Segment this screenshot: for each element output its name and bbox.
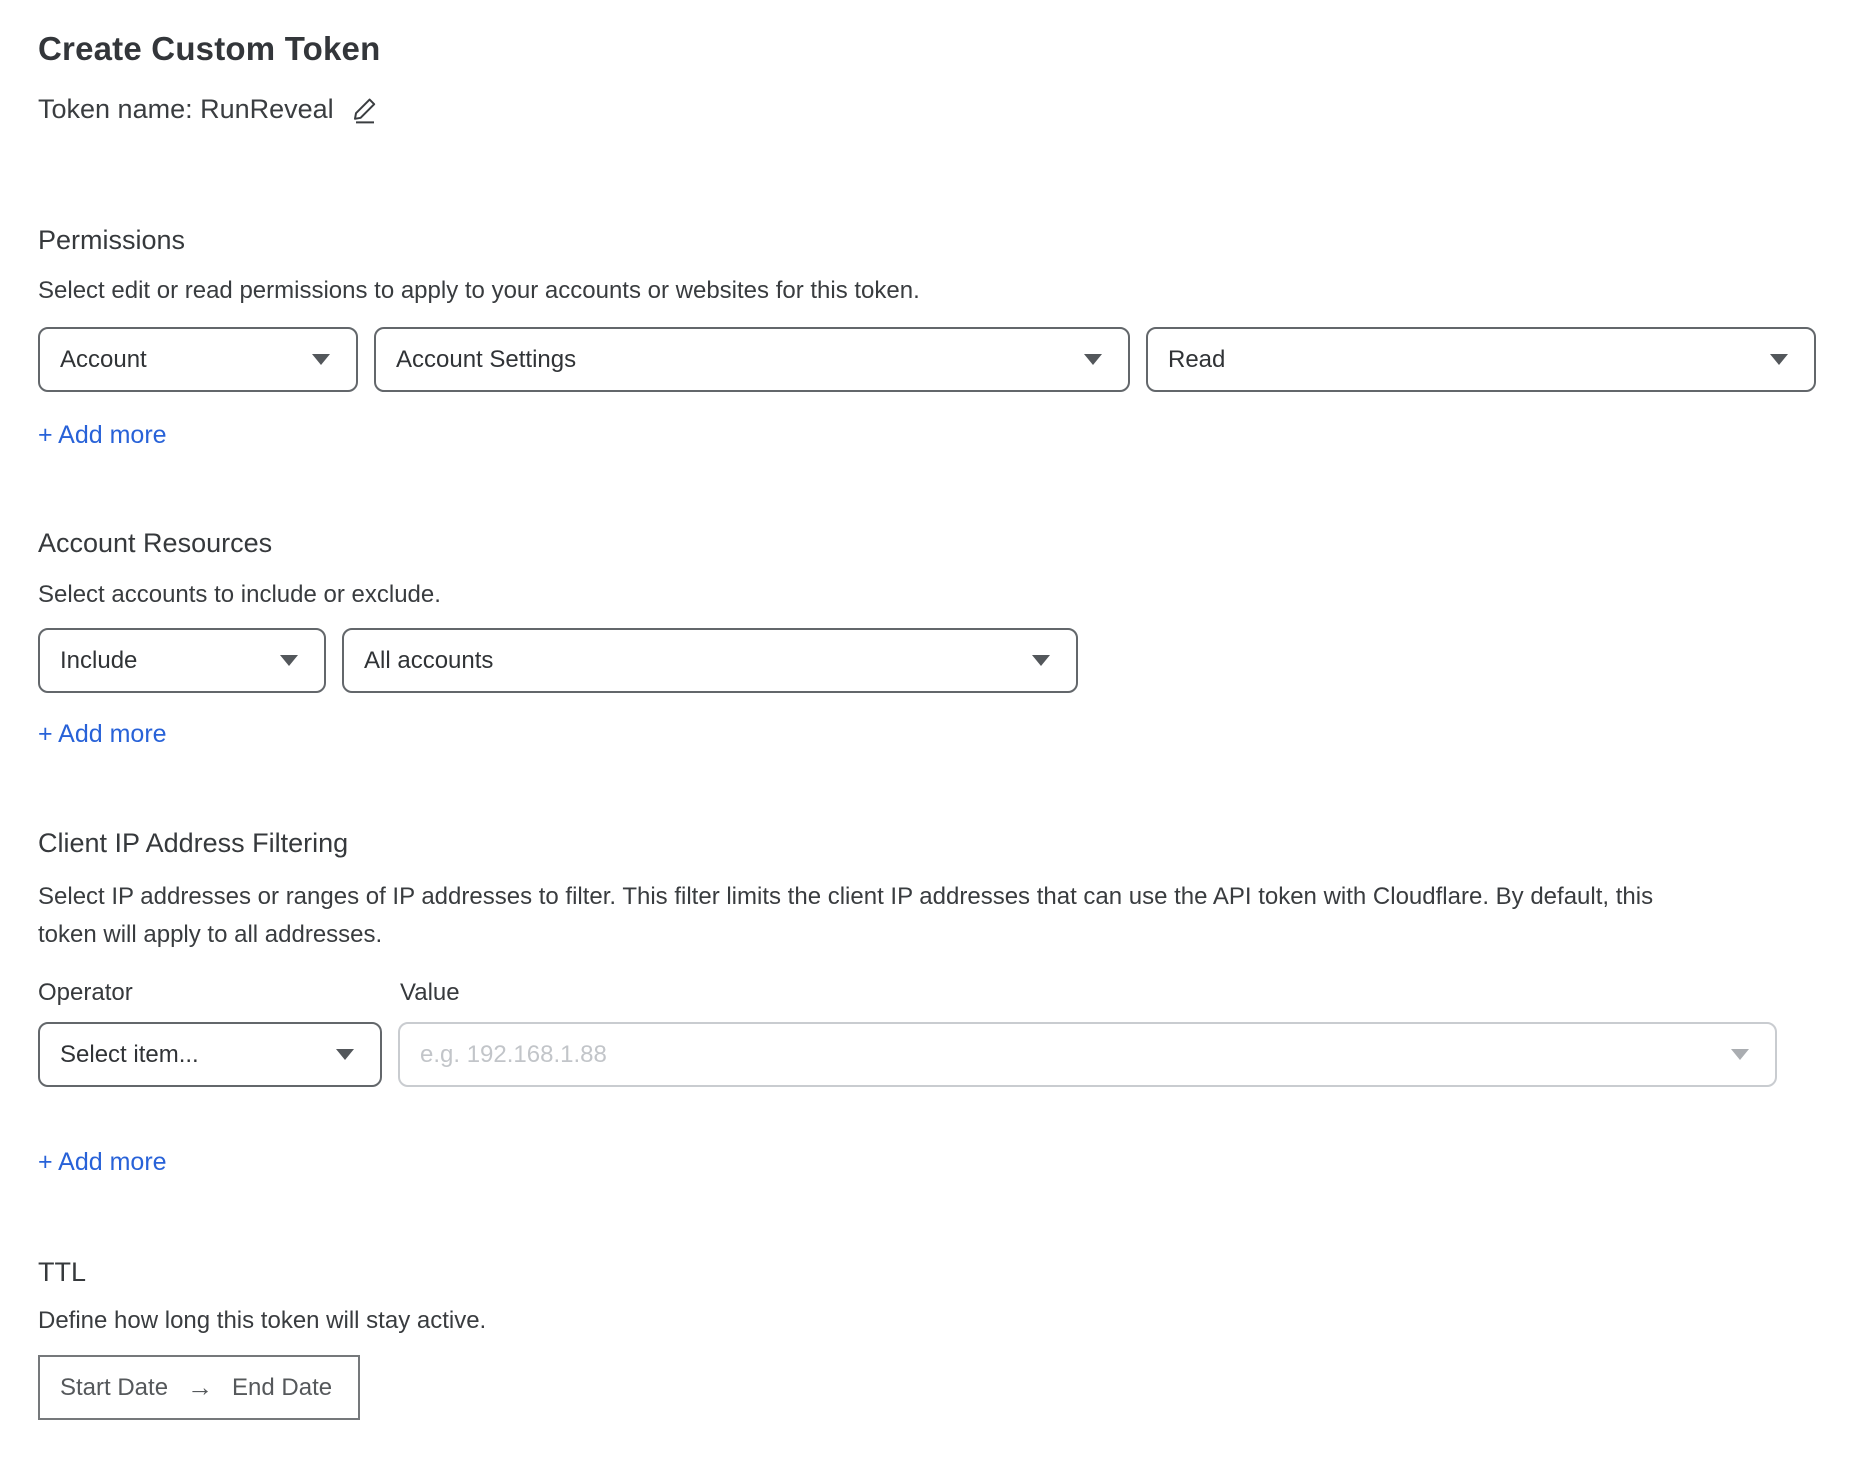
ip-filtering-input-row: Select item... — [38, 1022, 1850, 1087]
ip-filtering-heading: Client IP Address Filtering — [38, 828, 1850, 859]
ttl-description: Define how long this token will stay act… — [38, 1302, 1850, 1340]
permissions-heading: Permissions — [38, 225, 1850, 256]
ip-operator-value: Select item... — [60, 1041, 199, 1069]
operator-label: Operator — [38, 979, 400, 1007]
ip-filtering-description: Select IP addresses or ranges of IP addr… — [38, 878, 1658, 954]
ttl-heading: TTL — [38, 1257, 1850, 1288]
ip-operator-select[interactable]: Select item... — [38, 1022, 382, 1087]
chevron-down-icon — [1770, 354, 1788, 365]
ip-filtering-section: Client IP Address Filtering Select IP ad… — [38, 828, 1850, 1257]
permission-access-value: Read — [1168, 346, 1225, 374]
resource-mode-value: Include — [60, 647, 137, 675]
permission-group-value: Account Settings — [396, 346, 576, 374]
resource-accounts-value: All accounts — [364, 647, 493, 675]
value-label: Value — [400, 979, 460, 1007]
ttl-section: TTL Define how long this token will stay… — [38, 1257, 1850, 1420]
permissions-add-more-link[interactable]: + Add more — [38, 419, 167, 451]
chevron-down-icon — [1032, 655, 1050, 666]
chevron-down-icon — [336, 1049, 354, 1060]
permissions-section: Permissions Select edit or read permissi… — [38, 225, 1850, 528]
account-resources-add-more-link[interactable]: + Add more — [38, 718, 167, 750]
ttl-date-range-picker[interactable]: Start Date → End Date — [38, 1355, 360, 1420]
permissions-description: Select edit or read permissions to apply… — [38, 272, 1850, 310]
resource-accounts-select[interactable]: All accounts — [342, 628, 1078, 693]
permission-scope-select[interactable]: Account — [38, 327, 358, 392]
token-name-text: Token name: RunReveal — [38, 94, 334, 125]
end-date-label: End Date — [232, 1374, 332, 1402]
ip-value-input[interactable] — [420, 1041, 1719, 1069]
account-resources-description: Select accounts to include or exclude. — [38, 576, 1850, 614]
edit-token-name-icon[interactable] — [350, 95, 379, 124]
chevron-down-icon — [312, 354, 330, 365]
permissions-select-row: Account Account Settings Read — [38, 327, 1850, 392]
chevron-down-icon — [1084, 354, 1102, 365]
ip-filtering-add-more-link[interactable]: + Add more — [38, 1146, 167, 1178]
ip-filtering-labels: Operator Value — [38, 979, 1850, 1007]
permission-group-select[interactable]: Account Settings — [374, 327, 1130, 392]
arrow-right-icon: → — [187, 1372, 213, 1403]
account-resources-section: Account Resources Select accounts to inc… — [38, 528, 1850, 828]
chevron-down-icon — [1731, 1049, 1749, 1060]
ip-value-field[interactable] — [398, 1022, 1777, 1087]
account-resources-select-row: Include All accounts — [38, 628, 1850, 693]
permission-access-select[interactable]: Read — [1146, 327, 1816, 392]
chevron-down-icon — [280, 655, 298, 666]
account-resources-heading: Account Resources — [38, 528, 1850, 559]
page-title: Create Custom Token — [38, 30, 1850, 68]
resource-mode-select[interactable]: Include — [38, 628, 326, 693]
start-date-label: Start Date — [60, 1374, 168, 1402]
permission-scope-value: Account — [60, 346, 147, 374]
token-name-row: Token name: RunReveal — [38, 94, 1850, 125]
